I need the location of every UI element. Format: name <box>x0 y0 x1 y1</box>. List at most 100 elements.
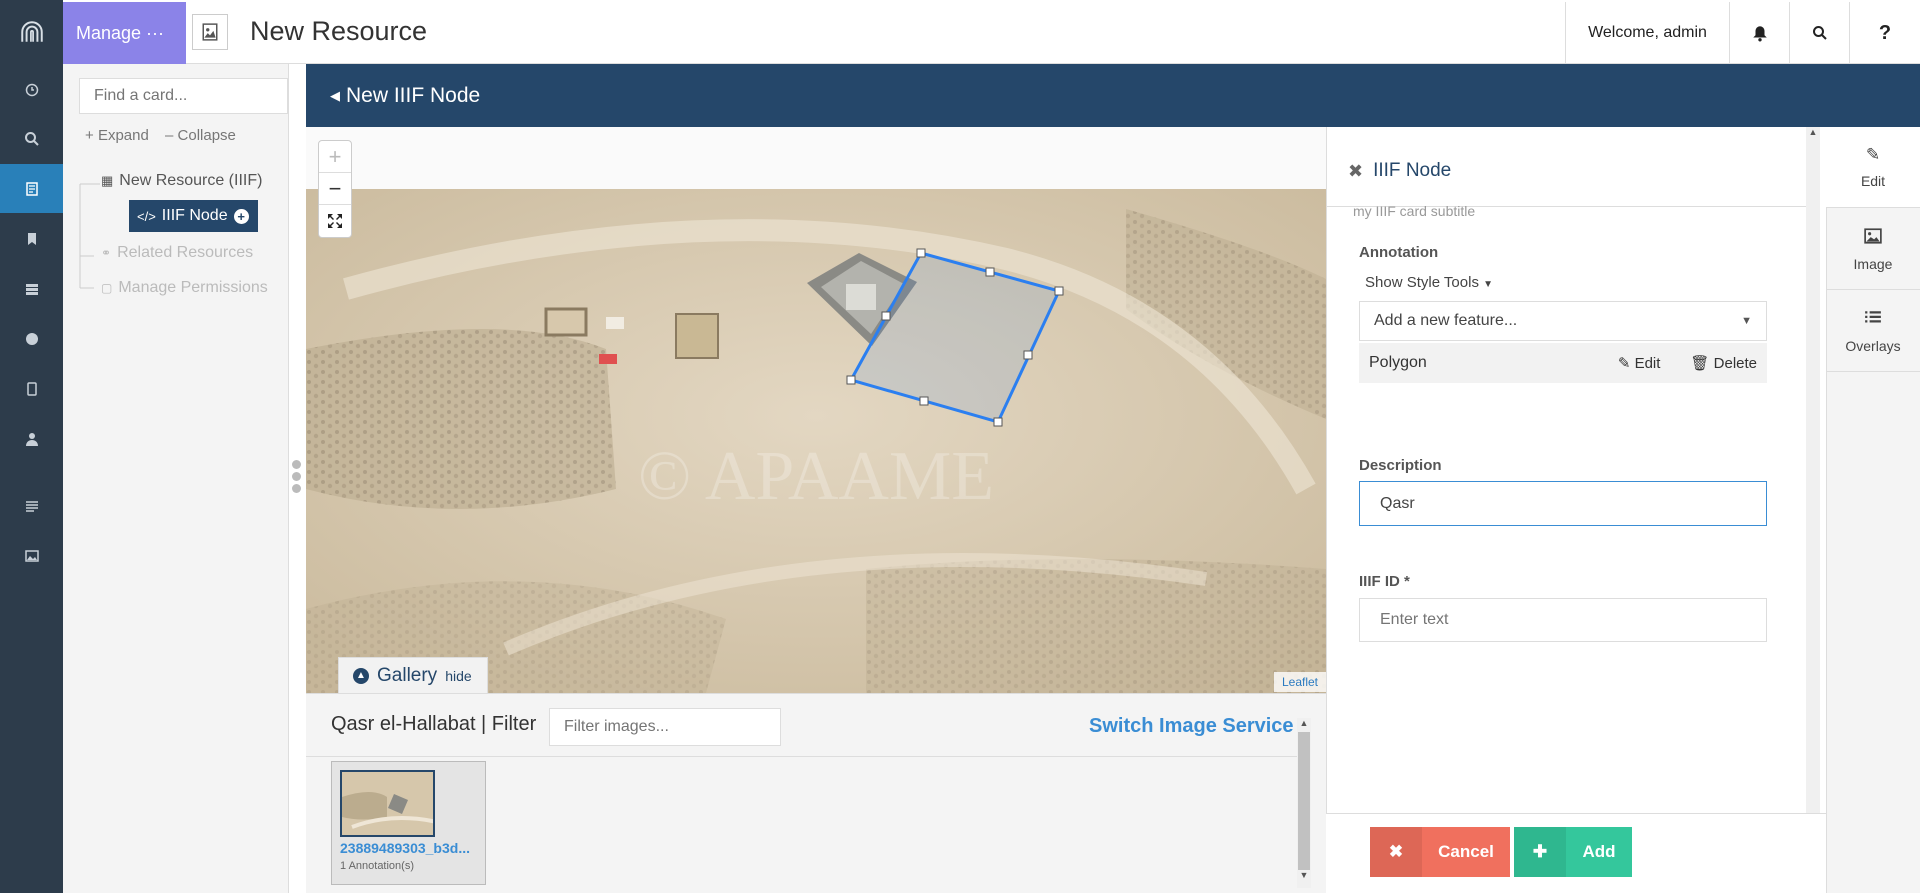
main-header-bar[interactable]: ◀ New IIIF Node <box>306 64 1920 127</box>
map-top-area <box>306 127 1326 189</box>
tree-node-label: IIIF Node <box>161 207 228 224</box>
main-bar-title: New IIIF Node <box>346 83 481 107</box>
feature-name: Polygon <box>1369 354 1427 371</box>
search-icon[interactable] <box>0 114 63 163</box>
map-zoom-control: + − <box>318 140 352 238</box>
related-label: Related Resources <box>117 244 254 261</box>
thumbnail-name[interactable]: 23889489303_b3d... <box>340 840 470 856</box>
dashboard-icon[interactable] <box>0 64 63 113</box>
description-label: Description <box>1359 457 1442 474</box>
form-scroll-up-icon[interactable]: ▲ <box>1806 127 1820 141</box>
resource-editor-icon[interactable] <box>0 164 63 213</box>
caret-down-icon: ▼ <box>1483 279 1494 290</box>
notifications-bell-icon[interactable] <box>1729 2 1789 64</box>
page-title: New Resource <box>250 16 428 46</box>
manage-button[interactable]: Manage ··· <box>63 2 186 64</box>
chevron-down-icon: ▼ <box>1741 315 1752 327</box>
welcome-user[interactable]: Welcome, admin <box>1565 2 1729 64</box>
annotation-label: Annotation <box>1359 244 1439 261</box>
form-title: ✖ IIIF Node <box>1348 160 1451 182</box>
add-label: Add <box>1582 842 1616 861</box>
zoom-out-button[interactable]: − <box>319 173 351 205</box>
collapse-link[interactable]: – Collapse <box>165 127 236 144</box>
picture-icon <box>1864 227 1882 248</box>
switch-image-service-link[interactable]: Switch Image Service <box>1089 715 1294 738</box>
form-scrollbar[interactable]: ▲ <box>1806 127 1820 813</box>
description-input[interactable] <box>1359 481 1767 526</box>
tool-image-label: Image <box>1853 255 1893 272</box>
gallery-scrollbar[interactable]: ▲ ▼ <box>1297 718 1311 888</box>
map-watermark: © APAAME <box>638 438 994 515</box>
pencil-icon: ✎ <box>1865 145 1881 164</box>
expand-link[interactable]: + Expand <box>85 127 149 144</box>
iiif-id-label-text: IIIF ID <box>1359 573 1400 590</box>
tree-item-manage-permissions[interactable]: ▢ Manage Permissions <box>101 279 268 297</box>
tree-root-label: New Resource (IIIF) <box>119 172 263 189</box>
cancel-button[interactable]: ✖ Cancel <box>1370 827 1510 877</box>
tool-overlays[interactable]: Overlays <box>1826 291 1920 372</box>
tree-item-iiif-node[interactable]: </> IIIF Node + <box>129 200 258 232</box>
fullscreen-icon[interactable] <box>319 205 351 237</box>
iiif-map-viewer[interactable]: © APAAME <box>306 189 1326 693</box>
tree-item-related-resources[interactable]: ⚭ Related Resources <box>101 244 253 262</box>
expand-label: Expand <box>97 127 149 144</box>
user-icon[interactable] <box>0 414 63 463</box>
tool-overlays-label: Overlays <box>1845 337 1901 354</box>
feature-row-polygon: Polygon ✎ Edit 🗑 Delete <box>1359 343 1767 383</box>
delete-label: Delete <box>1713 355 1757 372</box>
style-tools-label: Show Style Tools <box>1365 274 1479 291</box>
add-feature-dropdown[interactable]: Add a new feature... ▼ <box>1359 301 1767 341</box>
thumbnail-image[interactable] <box>340 770 435 837</box>
close-icon[interactable]: ✖ <box>1348 161 1363 182</box>
form-subtitle: my IIIF card subtitle <box>1353 203 1476 219</box>
left-nav <box>0 0 63 893</box>
gallery-title: Qasr el-Hallabat | Filter <box>331 713 537 735</box>
cancel-label: Cancel <box>1438 842 1494 861</box>
caret-left-icon: ◀ <box>330 87 340 103</box>
resource-image-icon <box>192 14 228 50</box>
permissions-label: Manage Permissions <box>118 279 268 296</box>
leaflet-attribution[interactable]: Leaflet <box>1274 672 1326 692</box>
header-search-icon[interactable] <box>1789 2 1849 64</box>
feature-edit-button[interactable]: ✎ Edit <box>1618 354 1661 372</box>
scroll-down-icon[interactable]: ▼ <box>1297 870 1311 884</box>
cancel-x-icon: ✖ <box>1370 827 1422 877</box>
tree-root-item[interactable]: ▦ New Resource (IIIF) <box>101 172 262 190</box>
link-icon: ⚭ <box>101 246 112 260</box>
images-icon[interactable] <box>0 531 63 580</box>
plus-icon: ✚ <box>1514 827 1566 877</box>
tool-edit[interactable]: ✎ Edit <box>1826 127 1920 208</box>
scroll-up-icon[interactable]: ▲ <box>1297 718 1311 732</box>
gallery-divider <box>306 756 1309 757</box>
filter-images-input[interactable] <box>549 708 781 746</box>
panel-resize-handle[interactable] <box>292 460 302 498</box>
required-asterisk-icon: * <box>1404 573 1410 590</box>
add-circle-icon[interactable]: + <box>233 208 249 224</box>
add-button[interactable]: ✚ Add <box>1514 827 1632 877</box>
thumbnail-annotation-count: 1 Annotation(s) <box>340 860 414 872</box>
form-scroll-track[interactable] <box>1807 141 1819 796</box>
chevron-up-circle-icon: ▲ <box>353 667 369 684</box>
add-feature-placeholder: Add a new feature... <box>1374 312 1518 329</box>
phone-icon[interactable] <box>0 364 63 413</box>
feature-delete-button[interactable]: 🗑 Delete <box>1690 354 1757 372</box>
bookmark-icon[interactable] <box>0 214 63 263</box>
scroll-thumb[interactable] <box>1298 732 1310 870</box>
image-icon: ▦ <box>101 173 114 188</box>
find-card-input[interactable] <box>79 78 288 114</box>
tool-image[interactable]: Image <box>1826 209 1920 290</box>
iiif-id-input[interactable] <box>1359 598 1767 642</box>
manage-label: Manage ··· <box>76 22 165 43</box>
globe-icon[interactable] <box>0 314 63 363</box>
tool-edit-label: Edit <box>1860 173 1886 189</box>
list-icon[interactable] <box>0 481 63 530</box>
zoom-in-button[interactable]: + <box>319 141 351 173</box>
help-button[interactable]: ? <box>1849 2 1920 64</box>
arches-logo-icon[interactable] <box>0 8 63 56</box>
code-icon: </> <box>137 208 156 224</box>
gallery-hide-link[interactable]: hide <box>445 668 471 684</box>
show-style-tools-toggle[interactable]: Show Style Tools ▼ <box>1365 274 1493 291</box>
database-icon[interactable] <box>0 264 63 313</box>
gallery-toggle-tab[interactable]: ▲ Gallery hide <box>338 657 488 693</box>
edit-label: Edit <box>1634 355 1661 372</box>
